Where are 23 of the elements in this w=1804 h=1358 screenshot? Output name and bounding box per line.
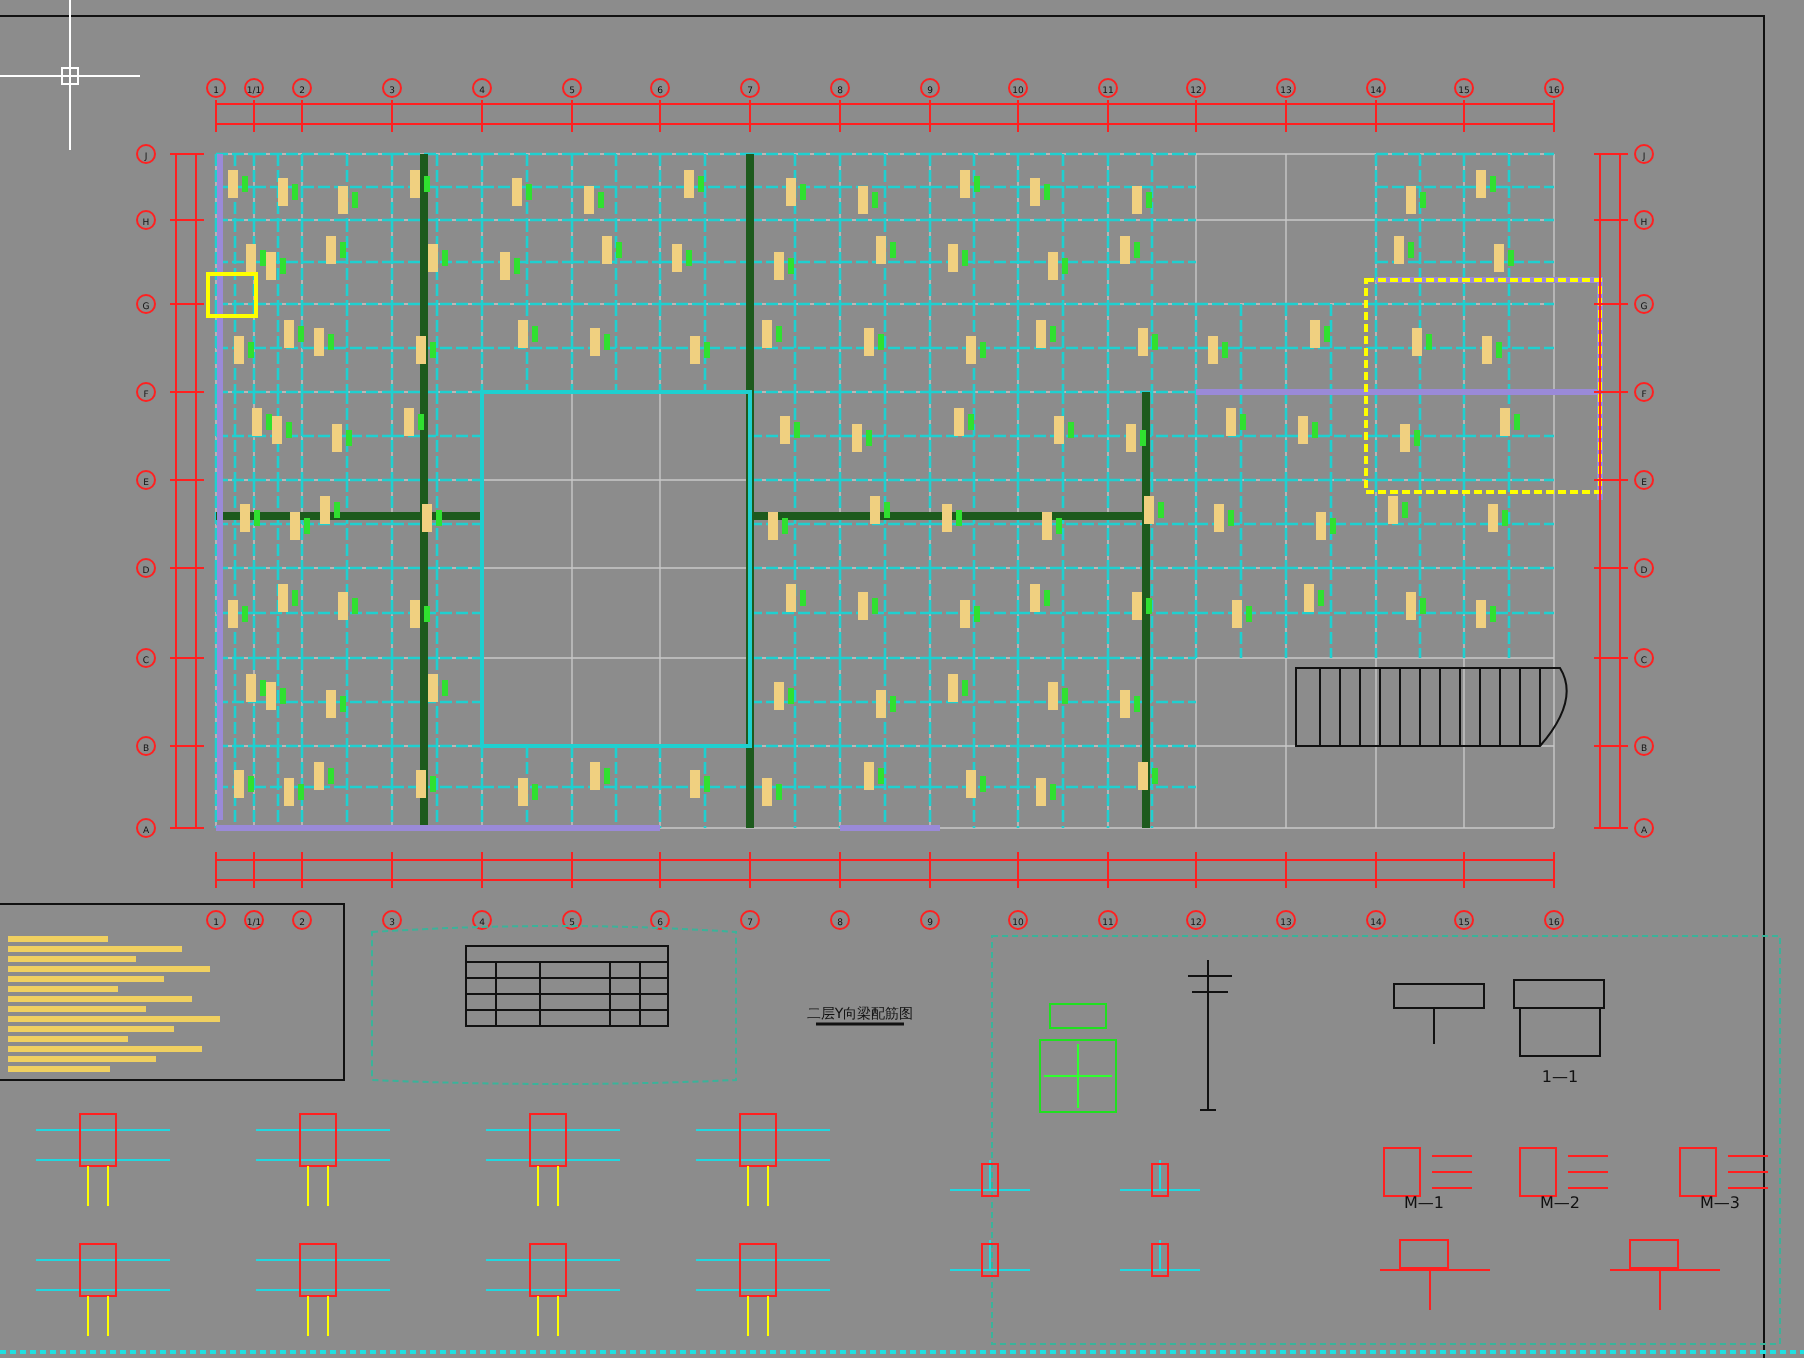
plate-connection-drawing [1379,1239,1491,1311]
beam-joint-drawing [485,1113,621,1207]
plate-connection-drawing [1609,1239,1721,1311]
section-label: M—3 [1700,1194,1740,1212]
section-label: M—1 [1404,1194,1444,1212]
beam-connection-drawing [1119,1239,1201,1277]
beam-connection-drawing [949,1159,1031,1197]
embed-plate-drawing [1519,1147,1609,1197]
beam-joint-drawing [695,1243,831,1337]
embed-plate-drawing [1679,1147,1769,1197]
column-section-drawing [1039,1003,1117,1113]
section-label: 1—1 [1541,1068,1579,1086]
beam-joint-drawing [35,1113,171,1207]
beam-connection-drawing [1119,1159,1201,1197]
cursor-crosshair-icon [0,0,141,151]
beam-joint-drawing [35,1243,171,1337]
section-label: M—2 [1540,1194,1580,1212]
embed-plate-drawing [1383,1147,1473,1197]
beam-joint-drawing [695,1113,831,1207]
beam-joint-drawing [255,1113,391,1207]
beam-connection-drawing [949,1239,1031,1277]
beam-joint-drawing [485,1243,621,1337]
beam-joint-drawing [255,1243,391,1337]
